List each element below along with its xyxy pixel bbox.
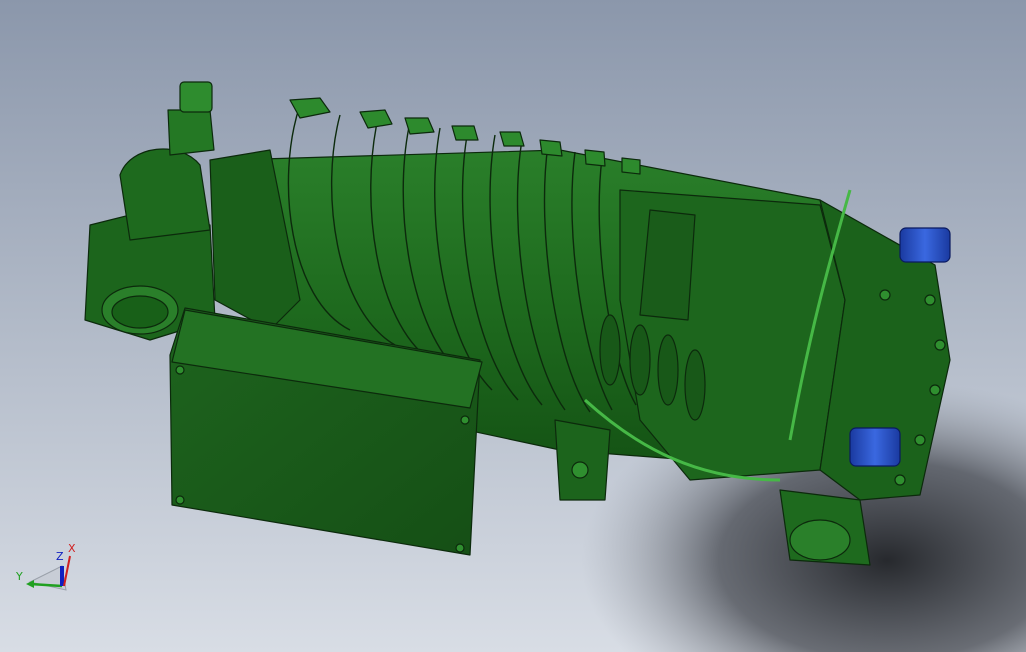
suction-port-inner: [111, 295, 169, 329]
discharge-port: [789, 519, 851, 561]
inlet-elbow: [119, 148, 211, 241]
top-fitting-cap: [179, 81, 213, 113]
blue-valve-lower: [849, 427, 901, 467]
support-foot: [554, 419, 611, 501]
top-fitting: [167, 109, 215, 156]
cad-3d-viewport[interactable]: Y Z X: [0, 0, 1026, 652]
foot-bolt: [571, 461, 589, 479]
side-panel: [639, 209, 696, 321]
blue-valve-upper: [899, 227, 951, 263]
